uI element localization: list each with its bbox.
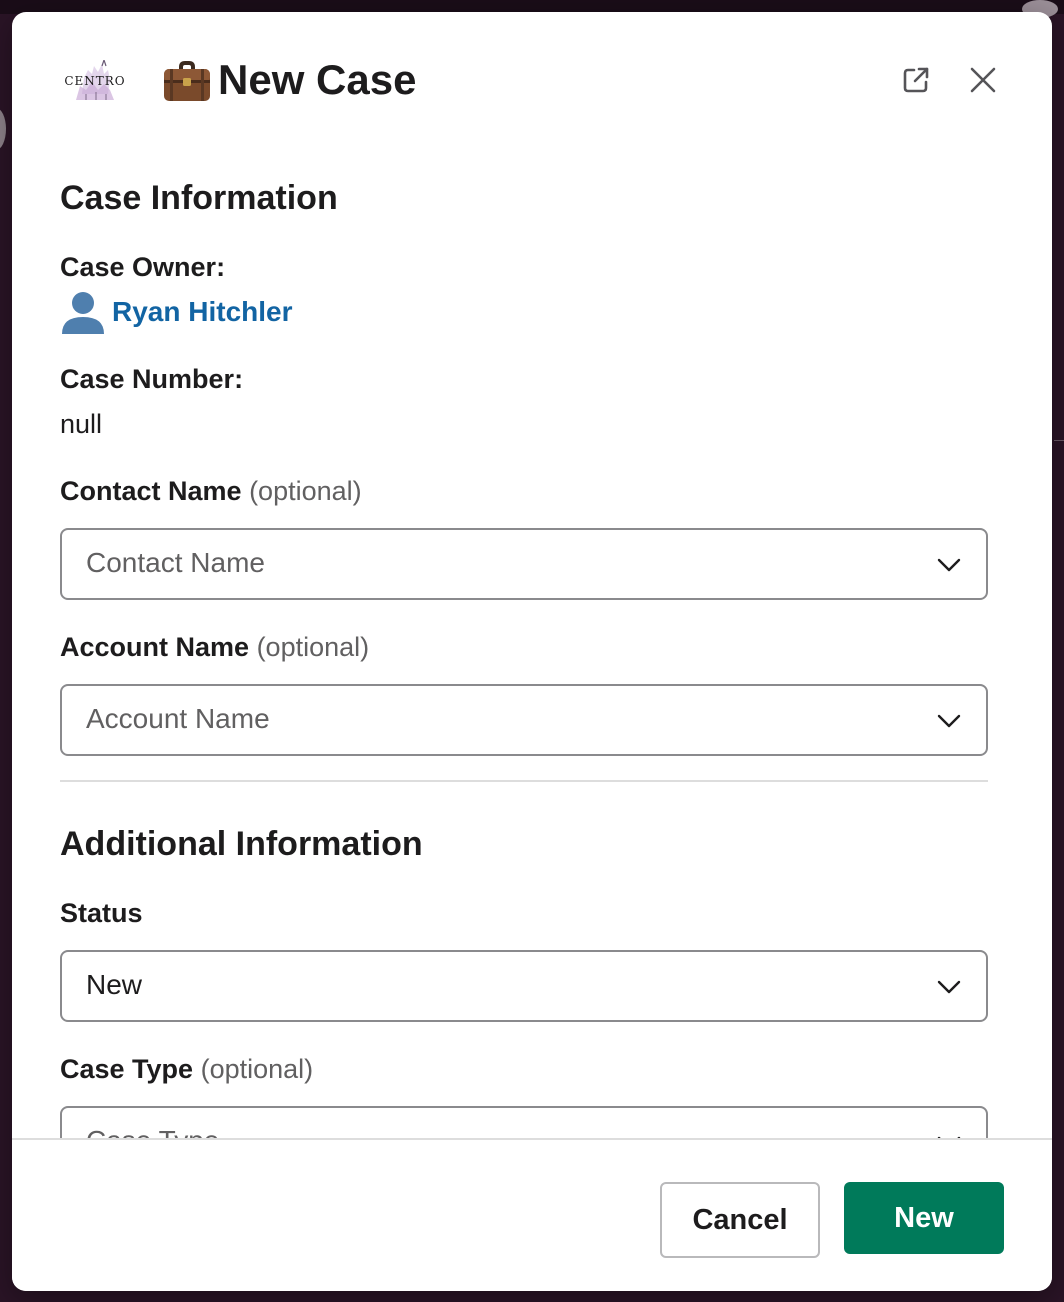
chevron-down-icon (937, 980, 961, 994)
background-divider (1054, 440, 1064, 441)
chevron-down-icon (937, 558, 961, 572)
case-number-value: null (60, 409, 103, 439)
case-type-label: Case Type (optional) (60, 1051, 313, 1087)
case-type-placeholder: Case Type (86, 1123, 219, 1139)
contact-name-label-text: Contact Name (60, 476, 242, 506)
submit-new-button[interactable]: New (844, 1182, 1004, 1254)
account-name-label-text: Account Name (60, 632, 250, 662)
optional-tag: (optional) (200, 1054, 314, 1084)
case-type-label-text: Case Type (60, 1054, 194, 1084)
briefcase-icon (164, 61, 210, 101)
open-external-glyph (903, 67, 929, 93)
modal-footer: Cancel New (12, 1138, 1052, 1291)
status-selected-value: New (86, 969, 143, 1000)
account-name-select[interactable]: Account Name (60, 684, 988, 756)
contact-name-placeholder: Contact Name (86, 547, 265, 578)
contact-name-label: Contact Name (optional) (60, 473, 362, 509)
section-divider (60, 780, 988, 782)
status-label: Status (60, 898, 143, 928)
case-owner-link[interactable]: Ryan Hitchler (112, 290, 293, 334)
new-case-modal: CENTRO New Case Case Information Case Ow… (12, 12, 1052, 1291)
chevron-down-icon (937, 714, 961, 728)
case-information-heading: Case Information (60, 179, 338, 217)
centro-app-logo: CENTRO (56, 60, 134, 106)
optional-tag: (optional) (249, 476, 362, 506)
modal-title: New Case (218, 56, 417, 103)
user-avatar-icon (62, 292, 104, 334)
contact-name-select[interactable]: Contact Name (60, 528, 988, 600)
account-name-placeholder: Account Name (86, 703, 270, 734)
background-scroll-knob (0, 108, 6, 150)
case-owner-label: Case Owner: (60, 252, 226, 282)
open-external-icon[interactable] (896, 60, 936, 100)
additional-information-heading: Additional Information (60, 825, 423, 863)
close-icon[interactable] (963, 60, 1003, 100)
case-type-select[interactable]: Case Type (60, 1106, 988, 1139)
close-glyph (970, 67, 996, 93)
modal-header: CENTRO New Case (12, 12, 1052, 142)
optional-tag: (optional) (256, 632, 370, 662)
modal-body: Case Information Case Owner: Ryan Hitchl… (12, 142, 1052, 1139)
cancel-button[interactable]: Cancel (660, 1182, 820, 1258)
case-owner-value: Ryan Hitchler (60, 290, 293, 334)
account-name-label: Account Name (optional) (60, 629, 369, 665)
status-select[interactable]: New (60, 950, 988, 1022)
case-number-label: Case Number: (60, 364, 244, 394)
logo-text: CENTRO (64, 74, 126, 88)
